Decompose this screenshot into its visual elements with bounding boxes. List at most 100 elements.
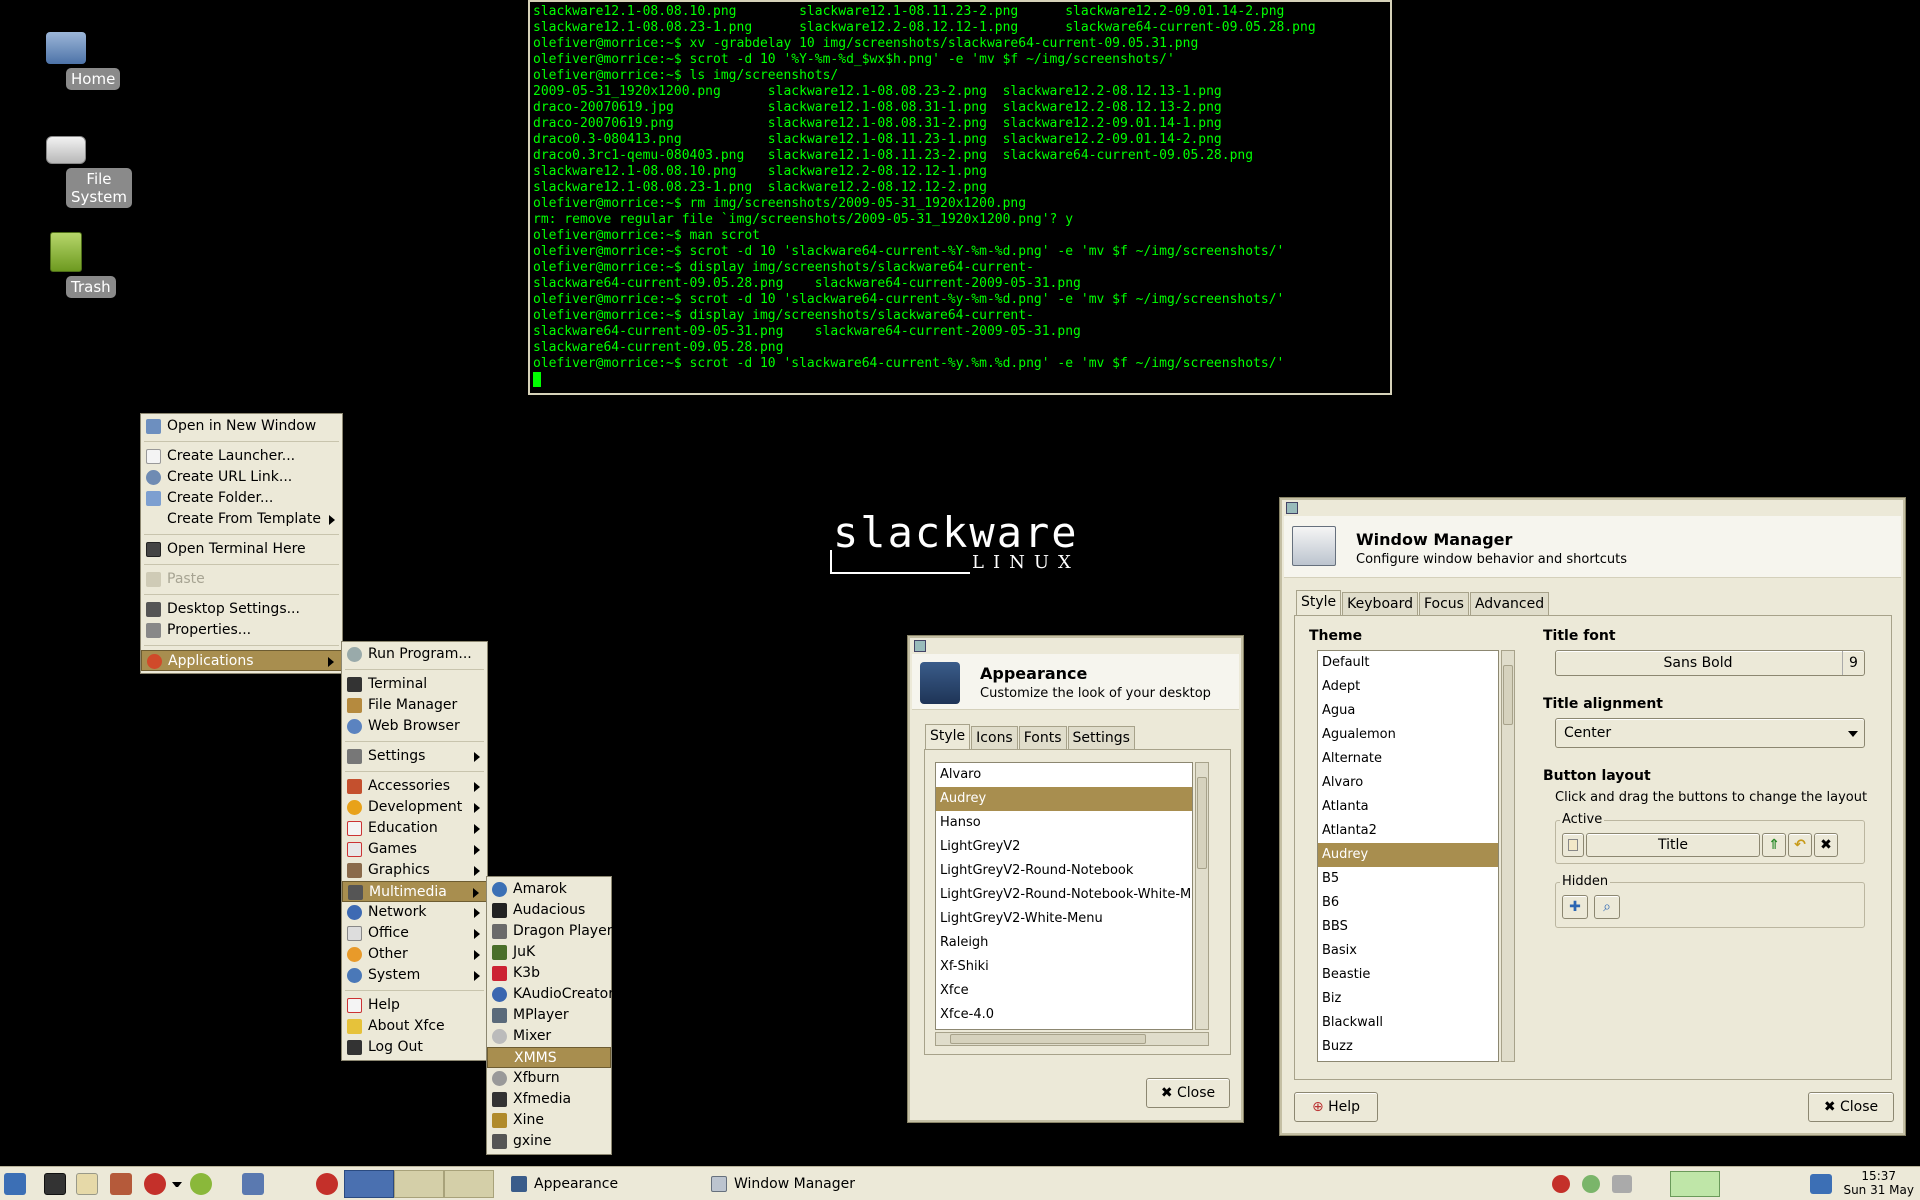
volume-icon[interactable]	[1810, 1174, 1832, 1194]
tab-settings[interactable]: Settings	[1067, 726, 1135, 749]
list-item[interactable]: LightGreyV2-Round-Notebook	[936, 859, 1192, 883]
list-item[interactable]: Default	[1318, 651, 1498, 675]
menu-help[interactable]: Help	[342, 995, 487, 1016]
theme-list-hscrollbar[interactable]	[935, 1032, 1209, 1046]
menu-system[interactable]: System	[342, 965, 487, 986]
menu-applications[interactable]: Applications	[141, 650, 342, 671]
list-item[interactable]: Beastie	[1318, 963, 1498, 987]
menu-properties[interactable]: Properties...	[141, 620, 342, 641]
menu-log-out[interactable]: Log Out	[342, 1037, 487, 1058]
workspace-switcher[interactable]	[344, 1170, 494, 1198]
menu-file-manager[interactable]: File Manager	[342, 695, 487, 716]
tab-keyboard[interactable]: Keyboard	[1342, 592, 1418, 615]
list-item[interactable]: Buzz	[1318, 1035, 1498, 1059]
menu-dragon-player[interactable]: Dragon Player	[487, 921, 612, 942]
wm-help-button[interactable]: ⊕ Help	[1294, 1092, 1378, 1122]
clock[interactable]: 15:37 Sun 31 May	[1843, 1169, 1914, 1197]
list-item[interactable]: Audrey	[936, 787, 1192, 811]
close-button-slot[interactable]: ✖	[1814, 833, 1838, 857]
menu-network[interactable]: Network	[342, 902, 487, 923]
list-item[interactable]: Basix	[1318, 939, 1498, 963]
list-item[interactable]: Alvaro	[1318, 771, 1498, 795]
list-item[interactable]: Agualemon	[1318, 723, 1498, 747]
menu-mixer[interactable]: Mixer	[487, 1026, 611, 1047]
title-alignment-select[interactable]: Center	[1555, 718, 1865, 748]
menu-about-xfce[interactable]: About Xfce	[342, 1016, 487, 1037]
menu-xmms[interactable]: XMMS	[487, 1047, 611, 1068]
terminal-window[interactable]: slackware12.1-08.08.10.png slackware12.1…	[528, 0, 1392, 395]
list-item[interactable]: Hanso	[936, 811, 1192, 835]
menu-create-folder[interactable]: Create Folder...	[141, 488, 342, 509]
menu-create-from-template[interactable]: Create From Template	[141, 509, 342, 530]
menu-other[interactable]: Other	[342, 944, 487, 965]
wm-theme-list-scrollbar[interactable]	[1501, 650, 1515, 1062]
menu-games[interactable]: Games	[342, 839, 487, 860]
stick-button-slot[interactable]: ↶	[1788, 833, 1812, 857]
menu-juk[interactable]: JuK	[487, 942, 611, 963]
task-window-manager[interactable]: Window Manager	[706, 1170, 906, 1198]
printer-tray-icon[interactable]	[1612, 1175, 1632, 1193]
window-menu-icon[interactable]	[1286, 502, 1298, 514]
tab-icons[interactable]: Icons	[971, 726, 1018, 749]
window-menu-icon[interactable]	[914, 640, 926, 652]
desktop-icon-file-system[interactable]: File System	[16, 130, 132, 208]
menu-gxine[interactable]: gxine	[487, 1131, 611, 1152]
wm-close-button[interactable]: ✖ Close	[1808, 1092, 1894, 1122]
list-item[interactable]: Atlanta2	[1318, 819, 1498, 843]
tab-style[interactable]: Style	[1296, 590, 1342, 615]
list-item[interactable]: Adept	[1318, 675, 1498, 699]
menu-settings[interactable]: Settings	[342, 746, 487, 767]
menu-xfmedia[interactable]: Xfmedia	[487, 1089, 611, 1110]
list-item[interactable]: Xf-Shiki	[936, 955, 1192, 979]
menu-create-url-link[interactable]: Create URL Link...	[141, 467, 342, 488]
menu-create-launcher[interactable]: Create Launcher...	[141, 446, 342, 467]
list-item[interactable]: Blackwall	[1318, 1011, 1498, 1035]
editor-launcher-icon[interactable]	[76, 1173, 98, 1195]
tab-advanced[interactable]: Advanced	[1469, 592, 1550, 615]
menu-k3b[interactable]: K3b	[487, 963, 611, 984]
menu-multimedia[interactable]: Multimedia	[342, 881, 487, 902]
network-tray-icon[interactable]	[1582, 1175, 1600, 1193]
terminal-launcher-icon[interactable]	[44, 1173, 66, 1195]
tab-focus[interactable]: Focus	[1418, 592, 1469, 615]
tab-style[interactable]: Style	[925, 724, 971, 749]
list-item[interactable]: Alternate	[1318, 747, 1498, 771]
opera-tray-icon[interactable]	[316, 1173, 338, 1195]
settings-launcher-icon[interactable]	[110, 1173, 132, 1195]
list-item[interactable]: Audrey	[1318, 843, 1498, 867]
wm-theme-list[interactable]: Default Adept Agua Agualemon Alternate Alvaro…	[1317, 650, 1499, 1062]
menu-amarok[interactable]: Amarok	[487, 879, 611, 900]
menu-web-browser[interactable]: Web Browser	[342, 716, 487, 737]
menu-education[interactable]: Education	[342, 818, 487, 839]
browser-launcher-icon[interactable]	[144, 1173, 166, 1195]
list-item[interactable]: B6	[1318, 891, 1498, 915]
menu-development[interactable]: Development	[342, 797, 487, 818]
workspace-3[interactable]	[444, 1170, 494, 1198]
menu-open-terminal-here[interactable]: Open Terminal Here	[141, 539, 342, 560]
menu-mplayer[interactable]: MPlayer	[487, 1005, 611, 1026]
menu-graphics[interactable]: Graphics	[342, 860, 487, 881]
opera-tray-icon[interactable]	[1552, 1175, 1570, 1193]
title-slot[interactable]: Title	[1586, 833, 1760, 857]
menu-terminal[interactable]: Terminal	[342, 674, 487, 695]
menu-run-program[interactable]: Run Program...	[342, 644, 487, 665]
workspace-2[interactable]	[394, 1170, 444, 1198]
list-item[interactable]: Agua	[1318, 699, 1498, 723]
menu-xfburn[interactable]: Xfburn	[487, 1068, 611, 1089]
menu-kaudiocreator[interactable]: KAudioCreator	[487, 984, 614, 1005]
menu-accessories[interactable]: Accessories	[342, 776, 487, 797]
list-item[interactable]: Xfce-4.0	[936, 1003, 1192, 1027]
list-item[interactable]: BBS	[1318, 915, 1498, 939]
list-item[interactable]: Raleigh	[936, 931, 1192, 955]
list-item[interactable]: Alvaro	[936, 763, 1192, 787]
theme-list-scrollbar[interactable]	[1195, 762, 1209, 1030]
menu-open-new-window[interactable]: Open in New Window	[141, 416, 342, 437]
list-item[interactable]: Atlanta	[1318, 795, 1498, 819]
workspace-1[interactable]	[344, 1170, 394, 1198]
desktop-icon-home[interactable]: Home	[16, 28, 121, 90]
hide-button-slot[interactable]: ⌕	[1594, 895, 1620, 919]
menu-xine[interactable]: Xine	[487, 1110, 611, 1131]
task-appearance[interactable]: Appearance	[506, 1170, 706, 1198]
menu-audacious[interactable]: Audacious	[487, 900, 611, 921]
list-item[interactable]: LightGreyV2-Round-Notebook-White-Menu	[936, 883, 1192, 907]
